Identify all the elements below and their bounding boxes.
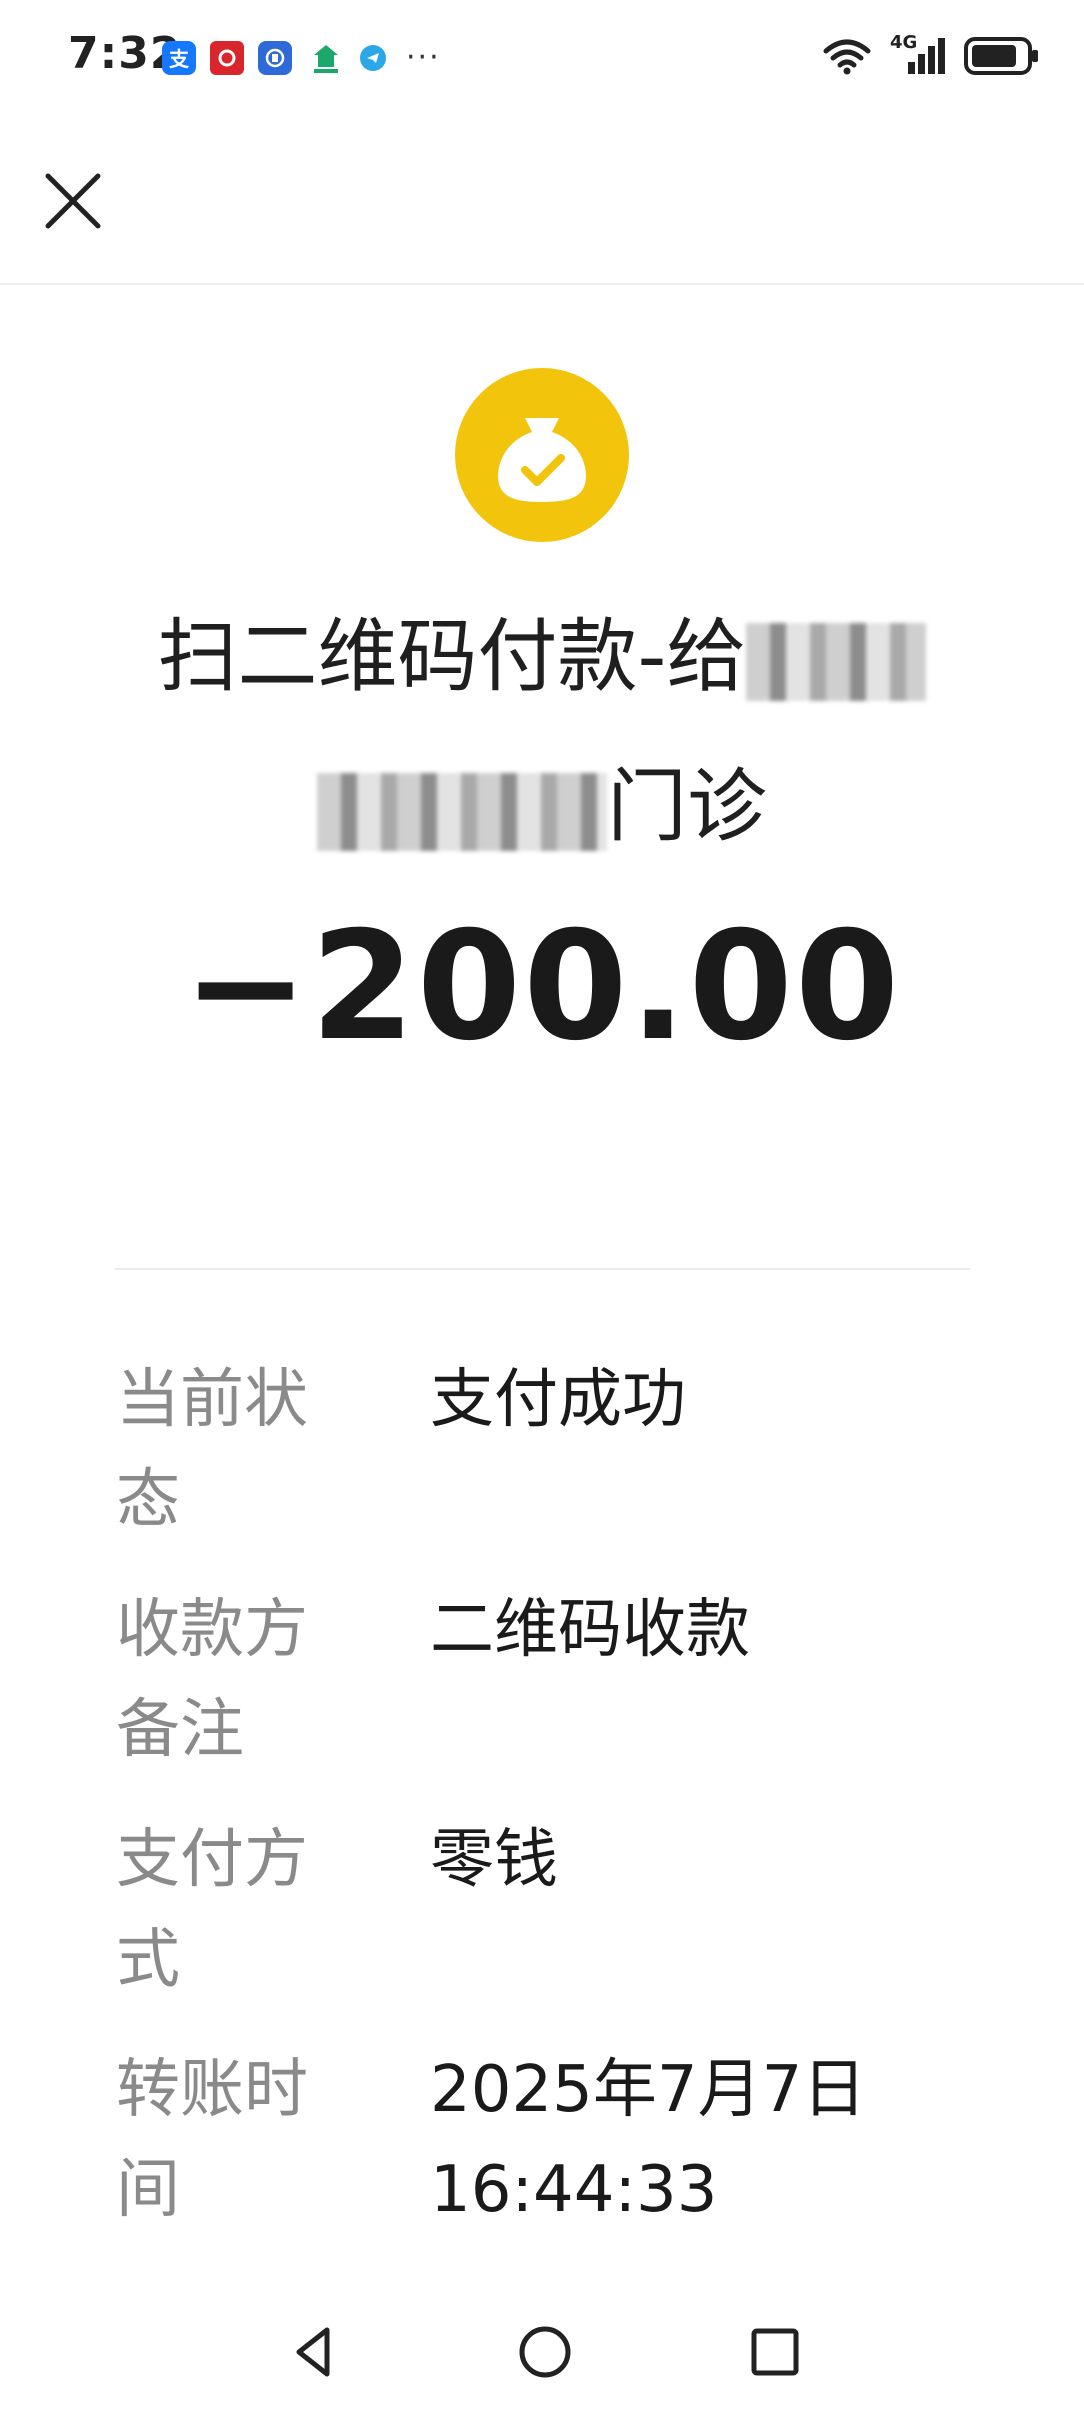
- detail-value: 零钱: [430, 1823, 558, 1897]
- recent-apps-icon[interactable]: [745, 2322, 805, 2382]
- detail-label: 当前状态: [116, 1363, 308, 1537]
- status-right: 4G: [822, 32, 1040, 76]
- redacted-name: [746, 623, 927, 702]
- home-app-icon: [306, 41, 346, 75]
- detail-label: 支付方式: [116, 1823, 308, 1997]
- merchant-title-suffix: 门诊: [607, 760, 767, 853]
- blue-app-icon: [258, 40, 292, 75]
- notification-icons: 支 ···: [162, 40, 441, 75]
- cellular-signal-icon: 4G: [890, 32, 946, 76]
- top-bar: [0, 110, 1084, 285]
- detail-value: 二维码收款: [430, 1593, 750, 1667]
- close-icon: [45, 173, 101, 229]
- merchant-title: 扫二维码付款-给 门诊: [100, 582, 984, 882]
- alipay-icon: 支: [162, 40, 196, 75]
- detail-value: 支付成功: [430, 1363, 686, 1437]
- money-bag-check-icon: [498, 418, 586, 502]
- merchant-title-prefix: 扫二维码付款-给: [157, 610, 747, 703]
- navigation-bar: [0, 2292, 1084, 2412]
- detail-label: 转账时间: [116, 2053, 308, 2227]
- status-bar: 7:32 支 ··· 4G: [0, 0, 1084, 110]
- merchant-title-line1: 扫二维码付款-给: [100, 582, 984, 732]
- bank-app-icon: [210, 40, 244, 75]
- close-button[interactable]: [42, 170, 104, 232]
- detail-value: 2025年7月7日 16:44:33: [430, 2053, 867, 2227]
- detail-label: 收款方备注: [116, 1593, 308, 1767]
- back-icon[interactable]: [285, 2322, 345, 2382]
- telegram-icon: [360, 44, 386, 71]
- payment-amount: −200.00: [182, 900, 902, 1074]
- wifi-icon: [823, 39, 871, 75]
- home-icon[interactable]: [515, 2322, 575, 2382]
- more-notifications: ···: [406, 40, 441, 75]
- redacted-name: [317, 773, 607, 852]
- merchant-logo: [455, 368, 629, 542]
- merchant-title-line2: 门诊: [100, 732, 984, 882]
- battery-icon: [964, 37, 1038, 75]
- divider: [115, 1268, 970, 1270]
